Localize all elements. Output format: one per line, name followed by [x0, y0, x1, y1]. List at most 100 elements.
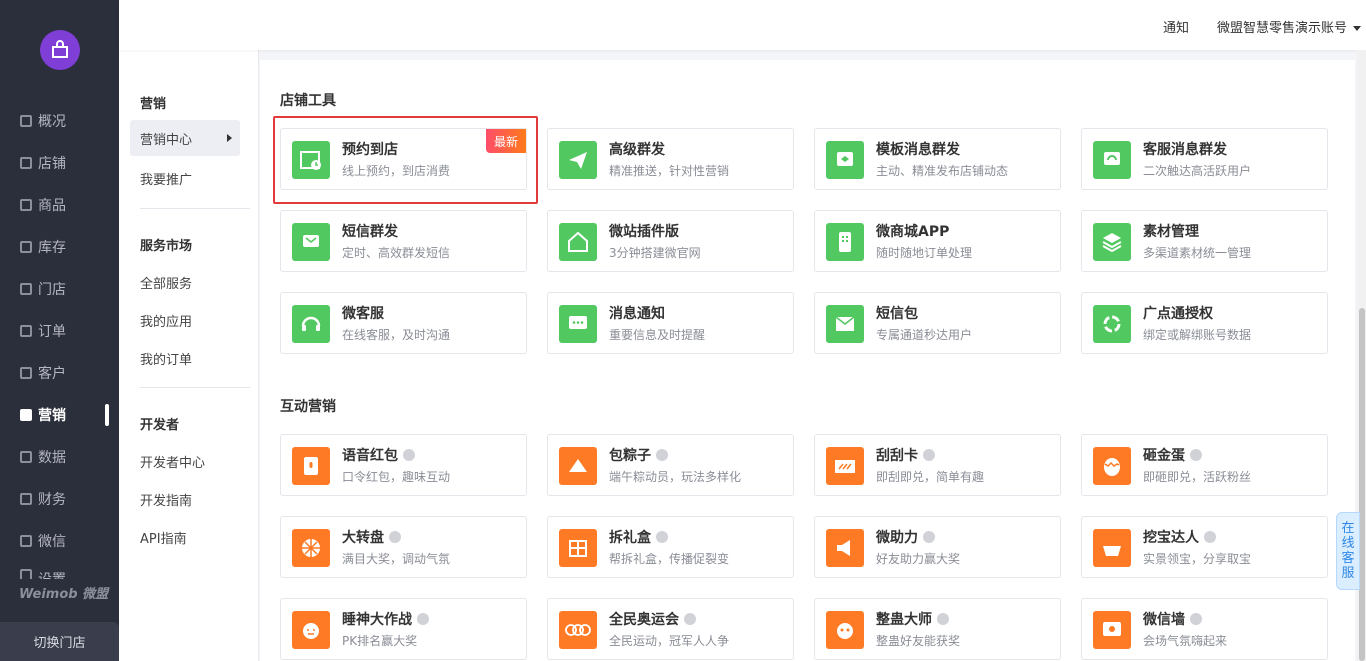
card-golden-egg[interactable]: 砸金蛋 即砸即兑，活跃粉丝 [1081, 434, 1328, 496]
store-logo-icon[interactable] [40, 30, 80, 70]
card-voice-redpack[interactable]: 语音红包 口令红包，趣味互动 [280, 434, 527, 496]
account-dropdown[interactable]: 微盟智慧零售演示账号 [1217, 17, 1362, 36]
card-title: 砸金蛋 [1143, 445, 1202, 465]
nav-item-store[interactable]: 店铺 [20, 149, 115, 177]
nav-item-shops[interactable]: 门店 [20, 275, 115, 303]
nav-item-finance[interactable]: 财务 [20, 485, 115, 513]
subnav-item-dev-center[interactable]: 开发者中心 [140, 452, 205, 471]
subnav-item-promote[interactable]: 我要推广 [140, 169, 192, 188]
card-sms-package[interactable]: 短信包 专属通道秒达用户 [814, 292, 1061, 354]
card-title: 广点通授权 [1143, 306, 1213, 322]
sms-icon [292, 223, 330, 261]
card-title: 微商城APP [876, 224, 950, 240]
check-circle-icon [1190, 613, 1202, 625]
card-olympics[interactable]: 全民奥运会 全民运动，冠军人人争 [547, 598, 794, 660]
nav-item-marketing[interactable]: 营销 [20, 401, 115, 429]
card-template-broadcast[interactable]: 模板消息群发 主动、精准发布店铺动态 [814, 128, 1061, 190]
layers-icon [1093, 223, 1131, 261]
check-circle-icon [656, 531, 668, 543]
card-title: 预约到店 [342, 142, 398, 158]
card-desc: 线上预约，到店消费 [342, 164, 451, 178]
inventory-icon [20, 241, 32, 253]
card-microsite-plugin[interactable]: 微站插件版 3分钟搭建微官网 [547, 210, 794, 272]
scrollbar-thumb[interactable] [1359, 308, 1365, 661]
nav-item-goods[interactable]: 商品 [20, 191, 115, 219]
subnav-item-my-orders[interactable]: 我的订单 [140, 349, 192, 368]
new-badge: 最新 [486, 129, 526, 153]
card-sms-broadcast[interactable]: 短信群发 定时、高效群发短信 [280, 210, 527, 272]
account-name: 微盟智慧零售演示账号 [1217, 21, 1348, 36]
card-title-text: 大转盘 [342, 530, 384, 546]
settings-icon [20, 569, 32, 579]
goods-icon [20, 199, 32, 211]
nav-item-settings[interactable]: 设置 [20, 569, 115, 579]
card-title: 微信墙 [1143, 609, 1202, 629]
subnav-item-all-services[interactable]: 全部服务 [140, 273, 192, 292]
card-treasure-hunt[interactable]: 挖宝达人 实景领宝，分享取宝 [1081, 516, 1328, 578]
switch-store-button[interactable]: 切换门店 [0, 622, 119, 661]
active-indicator [105, 404, 109, 426]
subnav-item-dev-guide[interactable]: 开发指南 [140, 490, 192, 509]
card-micro-service[interactable]: 微客服 在线客服，及时沟通 [280, 292, 527, 354]
check-circle-icon [937, 613, 949, 625]
top-header: 通知 微盟智慧零售演示账号 [119, 0, 1366, 50]
check-circle-icon [1190, 449, 1202, 461]
nav-label: 概况 [38, 114, 66, 130]
card-micro-boost[interactable]: 微助力 好友助力赢大奖 [814, 516, 1061, 578]
card-mall-app[interactable]: 微商城APP 随时随地订单处理 [814, 210, 1061, 272]
refresh-ring-icon [1093, 305, 1131, 343]
calendar-icon [292, 141, 330, 179]
card-desc: 专属通道秒达用户 [876, 328, 973, 342]
chevron-right-icon [227, 134, 232, 142]
card-title: 拆礼盒 [609, 527, 668, 547]
card-title: 挖宝达人 [1143, 527, 1216, 547]
card-sleep-battle[interactable]: 睡神大作战 PK排名赢大奖 [280, 598, 527, 660]
nav-item-inventory[interactable]: 库存 [20, 233, 115, 261]
overview-icon [20, 115, 32, 127]
card-appointment[interactable]: 预约到店 线上预约，到店消费 最新 [280, 128, 527, 190]
card-message-notice[interactable]: 消息通知 重要信息及时提醒 [547, 292, 794, 354]
online-service-button[interactable]: 在线客服 [1336, 512, 1360, 590]
left-nav: 概况 店铺 商品 库存 门店 订单 客户 营销 数据 财务 微信 设置 Weim… [0, 0, 119, 661]
subnav-item-my-apps[interactable]: 我的应用 [140, 311, 192, 330]
section-title-store-tools: 店铺工具 [280, 93, 336, 109]
card-title-text: 拆礼盒 [609, 530, 651, 546]
card-title: 模板消息群发 [876, 142, 960, 158]
card-title: 刮刮卡 [876, 445, 935, 465]
card-desc: PK排名赢大奖 [342, 634, 418, 648]
card-prank-master[interactable]: 整蛊大师 整蛊好友能获奖 [814, 598, 1061, 660]
card-desc: 二次触达高活跃用户 [1143, 164, 1252, 178]
card-wheel[interactable]: 大转盘 满目大奖，调动气氛 [280, 516, 527, 578]
card-material-mgmt[interactable]: 素材管理 多渠道素材统一管理 [1081, 210, 1328, 272]
section-title-interactive: 互动营销 [280, 399, 336, 415]
nav-item-customers[interactable]: 客户 [20, 359, 115, 387]
card-desc: 重要信息及时提醒 [609, 328, 706, 342]
card-title: 消息通知 [609, 306, 665, 322]
card-gdt-auth[interactable]: 广点通授权 绑定或解绑账号数据 [1081, 292, 1328, 354]
nav-label: 库存 [38, 240, 66, 256]
nav-item-overview[interactable]: 概况 [20, 107, 115, 135]
card-desc: 多渠道素材统一管理 [1143, 246, 1252, 260]
nav-item-orders[interactable]: 订单 [20, 317, 115, 345]
card-advanced-broadcast[interactable]: 高级群发 精准推送，针对性营销 [547, 128, 794, 190]
notify-link[interactable]: 通知 [1163, 17, 1189, 36]
subnav-item-api-guide[interactable]: API指南 [140, 528, 187, 547]
nav-item-wechat[interactable]: 微信 [20, 527, 115, 555]
card-wechat-wall[interactable]: 微信墙 会场气氛嗨起来 [1081, 598, 1328, 660]
subnav-item-marketing-center[interactable]: 营销中心 [130, 120, 240, 156]
nav-label: 商品 [38, 198, 66, 214]
main-content: 店铺工具 预约到店 线上预约，到店消费 最新 高级群发 精准推送，针对性营销 模… [260, 60, 1355, 661]
nav-item-data[interactable]: 数据 [20, 443, 115, 471]
weimob-logo: Weimob 微盟 [19, 587, 109, 602]
customer-icon [20, 367, 32, 379]
sleepy-face-icon [292, 611, 330, 649]
card-scratch-card[interactable]: 刮刮卡 即刮即兑，简单有趣 [814, 434, 1061, 496]
envelope-icon [826, 305, 864, 343]
subnav-header-service-market: 服务市场 [140, 239, 193, 254]
check-circle-icon [403, 449, 415, 461]
card-gift-box[interactable]: 拆礼盒 帮拆礼盒，传播促裂变 [547, 516, 794, 578]
card-service-broadcast[interactable]: 客服消息群发 二次触达高活跃用户 [1081, 128, 1328, 190]
card-title-text: 挖宝达人 [1143, 530, 1199, 546]
card-desc: 主动、精准发布店铺动态 [876, 164, 1009, 178]
card-zongzi[interactable]: 包粽子 端午粽动员，玩法多样化 [547, 434, 794, 496]
